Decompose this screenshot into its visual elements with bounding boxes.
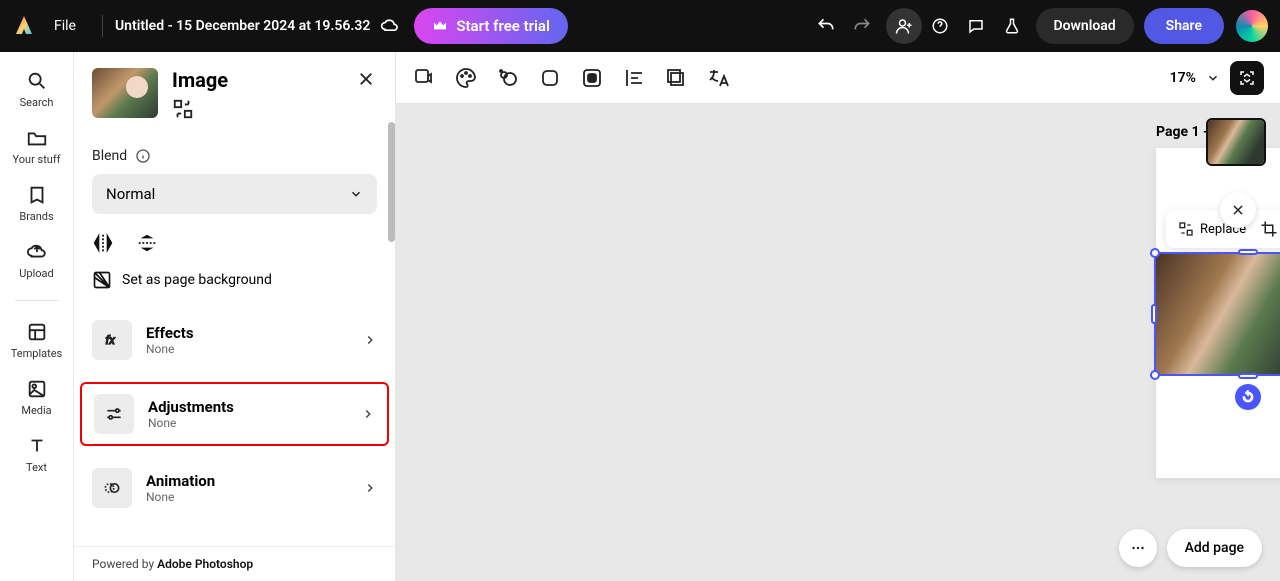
rail-separator <box>15 300 59 301</box>
rail-label: Brands <box>19 210 53 223</box>
search-icon <box>26 70 48 92</box>
document-title[interactable]: Untitled - 15 December 2024 at 19.56.32 <box>115 18 370 34</box>
animation-option[interactable]: Animation None <box>80 458 389 518</box>
add-page-button[interactable]: Add page <box>1167 529 1262 567</box>
crop-button[interactable] <box>1260 220 1278 238</box>
panel-close-button[interactable] <box>355 68 377 90</box>
blend-value: Normal <box>106 185 155 203</box>
undo-button[interactable] <box>808 8 844 44</box>
app-logo[interactable] <box>12 14 36 38</box>
user-avatar[interactable] <box>1236 10 1268 42</box>
rail-label: Search <box>20 96 54 109</box>
adjustments-title: Adjustments <box>148 398 347 416</box>
chevron-right-icon <box>363 481 377 495</box>
brand-icon <box>26 184 48 206</box>
translate-icon[interactable] <box>706 66 730 90</box>
text-icon <box>26 435 48 457</box>
close-icon <box>357 70 375 88</box>
help-button[interactable] <box>922 8 958 44</box>
adjustments-option[interactable]: Adjustments None <box>80 382 389 446</box>
invite-button[interactable] <box>886 8 922 44</box>
share-button[interactable]: Share <box>1144 8 1224 44</box>
chevron-right-icon <box>363 333 377 347</box>
resize-handle-left[interactable] <box>1151 304 1157 324</box>
adjustments-sub: None <box>148 416 347 430</box>
blend-mode-select[interactable]: Normal <box>92 174 377 214</box>
file-menu[interactable]: File <box>54 18 76 34</box>
resize-handle-top[interactable] <box>1238 249 1258 255</box>
effects-icon[interactable] <box>496 66 520 90</box>
rail-upload[interactable]: Upload <box>0 241 73 280</box>
templates-icon <box>26 321 48 343</box>
comments-button[interactable] <box>958 8 994 44</box>
trial-label: Start free trial <box>456 17 550 35</box>
rail-label: Upload <box>19 267 53 280</box>
folder-icon <box>26 127 48 149</box>
panel-footer: Powered by Adobe Photoshop <box>74 546 395 581</box>
chevron-down-icon[interactable] <box>1206 71 1220 85</box>
palette-icon[interactable] <box>454 66 478 90</box>
blend-label: Blend <box>92 148 127 164</box>
resize-handle-tl[interactable] <box>1150 248 1160 258</box>
rail-label: Media <box>21 404 51 417</box>
chevron-right-icon <box>361 407 375 421</box>
page-actions-button[interactable] <box>1119 529 1157 567</box>
close-icon <box>1231 203 1245 217</box>
media-icon <box>26 378 48 400</box>
page-thumbnail[interactable] <box>1206 118 1266 166</box>
selected-image[interactable] <box>1154 252 1280 376</box>
rotate-handle[interactable] <box>1235 384 1261 410</box>
swap-icon[interactable] <box>172 98 194 120</box>
set-as-background-button[interactable]: Set as page background <box>92 270 377 304</box>
effects-sub: None <box>146 342 349 356</box>
sliders-icon <box>104 404 124 424</box>
close-thumbnails-button[interactable] <box>1220 192 1256 228</box>
beaker-icon[interactable] <box>994 8 1030 44</box>
start-trial-button[interactable]: Start free trial <box>414 8 568 44</box>
animation-title: Animation <box>146 472 349 490</box>
download-button[interactable]: Download <box>1036 8 1134 44</box>
effects-option[interactable]: fx Effects None <box>80 310 389 370</box>
panel-scrollbar[interactable] <box>388 122 395 242</box>
mask-icon[interactable] <box>580 66 604 90</box>
selection-thumbnail <box>92 68 158 118</box>
effects-title: Effects <box>146 324 349 342</box>
zoom-value[interactable]: 17% <box>1170 70 1196 86</box>
layers-icon[interactable] <box>664 66 688 90</box>
panel-title: Image <box>172 68 228 92</box>
upload-icon <box>26 241 48 263</box>
crown-icon <box>432 18 448 34</box>
resize-handle-bottom[interactable] <box>1238 373 1258 379</box>
fx-icon: fx <box>102 330 122 350</box>
animation-sub: None <box>146 490 349 504</box>
animation-icon <box>102 478 122 498</box>
rail-text[interactable]: Text <box>0 435 73 474</box>
shape-icon[interactable] <box>538 66 562 90</box>
rail-search[interactable]: Search <box>0 70 73 109</box>
redo-button[interactable] <box>844 8 880 44</box>
divider <box>102 15 103 37</box>
background-icon <box>92 270 112 290</box>
generative-fill-icon[interactable] <box>412 66 436 90</box>
rail-templates[interactable]: Templates <box>0 321 73 360</box>
info-icon[interactable] <box>135 148 151 164</box>
fit-view-button[interactable] <box>1230 61 1264 95</box>
more-icon <box>1129 539 1147 557</box>
rail-brands[interactable]: Brands <box>0 184 73 223</box>
set-bg-label: Set as page background <box>122 272 272 288</box>
cloud-sync-icon[interactable] <box>380 16 400 36</box>
rail-your-stuff[interactable]: Your stuff <box>0 127 73 166</box>
chevron-down-icon <box>349 187 363 201</box>
flip-horizontal-button[interactable] <box>92 232 114 254</box>
swap-icon <box>1178 221 1194 237</box>
svg-text:fx: fx <box>105 333 115 347</box>
flip-vertical-button[interactable] <box>136 232 158 254</box>
rail-label: Text <box>26 461 47 474</box>
resize-handle-bl[interactable] <box>1150 370 1160 380</box>
align-icon[interactable] <box>622 66 646 90</box>
rail-label: Templates <box>11 347 62 360</box>
rail-label: Your stuff <box>12 153 60 166</box>
rail-media[interactable]: Media <box>0 378 73 417</box>
